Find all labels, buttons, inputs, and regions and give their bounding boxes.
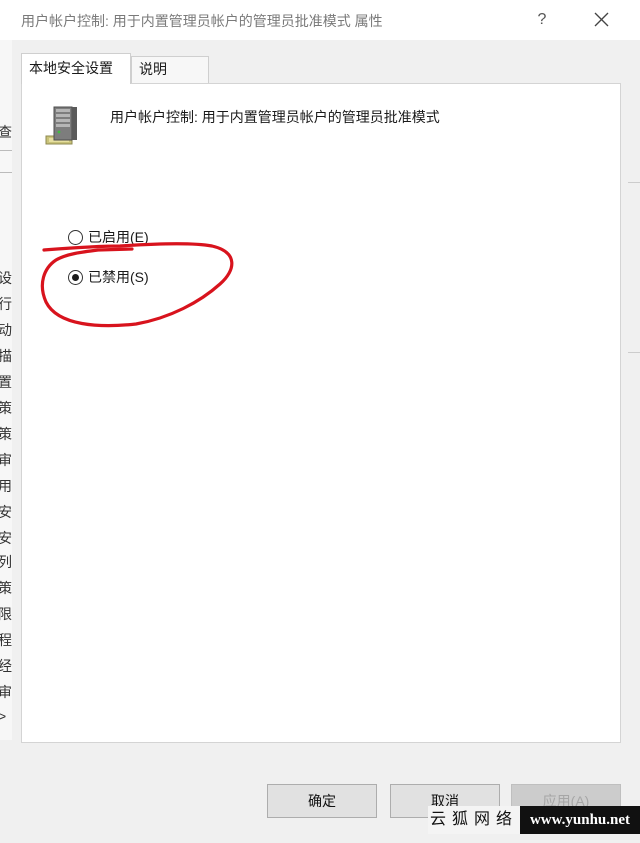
ok-button[interactable]: 确定	[267, 784, 377, 818]
background-char: 查	[0, 124, 12, 140]
background-char: 用	[0, 478, 12, 494]
tab-panel: 用户帐户控制: 用于内置管理员帐户的管理员批准模式 已启用(E) 已禁用(S)	[21, 83, 621, 743]
close-icon	[594, 12, 609, 27]
background-char: 程	[0, 632, 12, 648]
watermark-left-text: 云狐网络	[428, 806, 520, 834]
server-icon	[45, 106, 77, 145]
help-button[interactable]: ?	[530, 8, 554, 32]
background-char: 经	[0, 658, 12, 674]
background-char: 安	[0, 504, 12, 520]
close-button[interactable]	[588, 6, 616, 34]
title-bar: 用户帐户控制: 用于内置管理员帐户的管理员批准模式 属性 ?	[0, 0, 640, 40]
tab-local-security-setting[interactable]: 本地安全设置	[21, 53, 131, 84]
background-char: 列	[0, 554, 12, 570]
background-char: 策	[0, 580, 12, 596]
window-title: 用户帐户控制: 用于内置管理员帐户的管理员批准模式 属性	[21, 13, 383, 29]
background-char: 策	[0, 400, 12, 416]
background-char: 策	[0, 426, 12, 442]
background-divider-right	[628, 182, 640, 183]
background-char: 描	[0, 348, 12, 364]
background-char: >	[0, 708, 7, 724]
background-char: 行	[0, 296, 12, 312]
policy-title: 用户帐户控制: 用于内置管理员帐户的管理员批准模式	[110, 109, 440, 125]
red-circle-annotation	[40, 242, 234, 328]
background-char: 安	[0, 530, 12, 546]
background-char: 设	[0, 270, 12, 286]
background-char: 限	[0, 606, 12, 622]
background-divider-right	[628, 352, 640, 353]
watermark: 云狐网络 www.yunhu.net	[428, 806, 640, 834]
background-char: 动	[0, 322, 12, 338]
tab-explain[interactable]: 说明	[131, 56, 209, 83]
background-char: 审	[0, 684, 12, 700]
background-char: 审	[0, 452, 12, 468]
background-char: 置	[0, 374, 12, 390]
watermark-right-text: www.yunhu.net	[520, 806, 640, 834]
background-divider	[0, 150, 12, 151]
background-divider	[0, 172, 12, 173]
